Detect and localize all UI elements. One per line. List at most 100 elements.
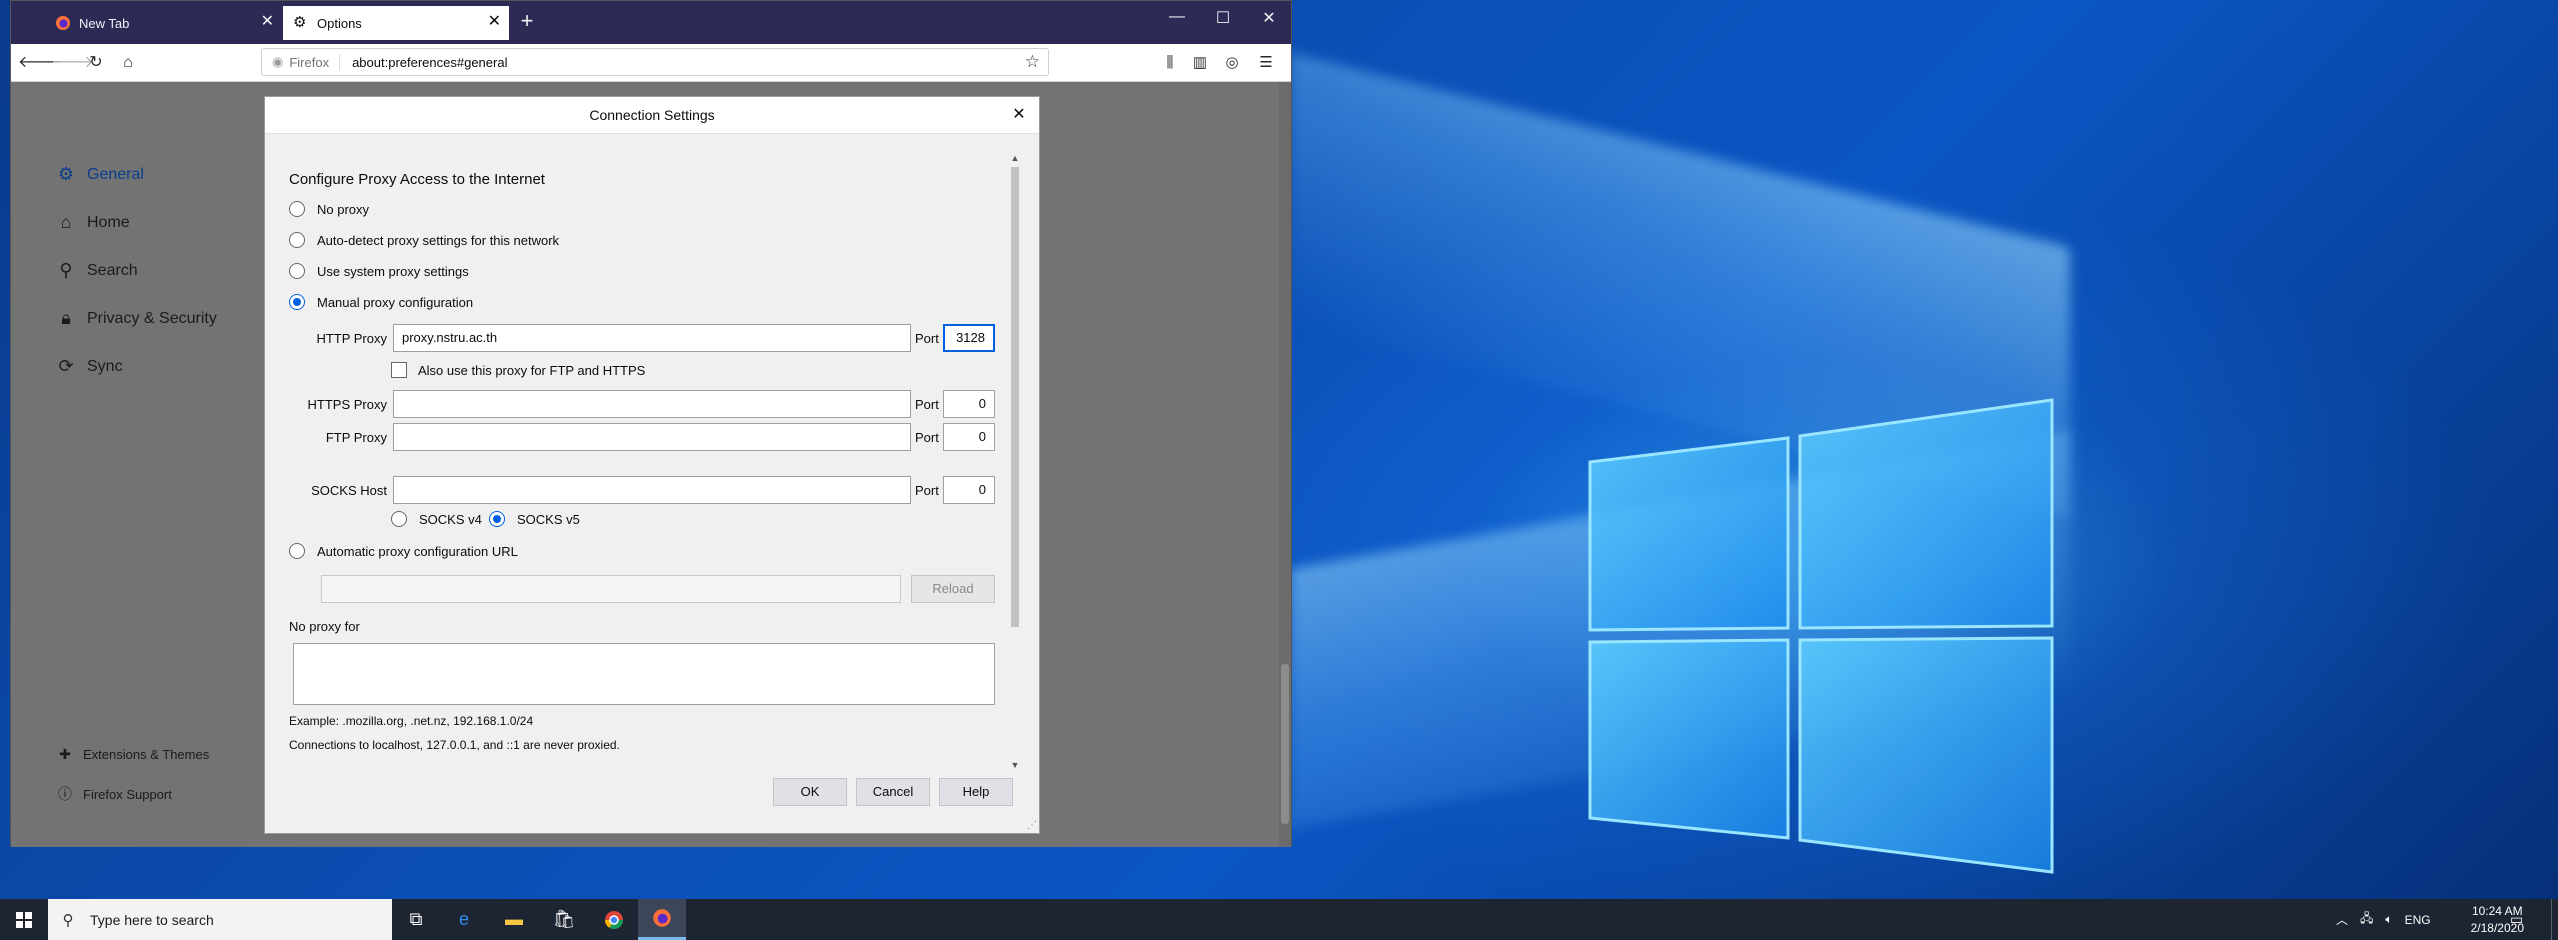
bookmark-star-icon[interactable]: ☆ <box>1025 52 1040 72</box>
task-view-icon[interactable]: ⧉ <box>392 899 440 940</box>
auto-config-url-option[interactable]: Automatic proxy configuration URL <box>289 543 518 559</box>
sidebar-item-label: General <box>87 165 144 183</box>
page-scrollbar[interactable] <box>1279 82 1291 847</box>
option-label: Auto-detect proxy settings for this netw… <box>317 232 560 248</box>
store-icon[interactable]: 🛍︎ <box>540 899 588 940</box>
extensions-themes-link[interactable]: ✚ Extensions & Themes <box>57 746 209 763</box>
edge-icon[interactable]: e <box>440 899 488 940</box>
minimize-button[interactable]: — <box>1165 8 1189 26</box>
sidebar-item-home[interactable]: ⌂ Home <box>55 212 130 233</box>
socks-host-label: SOCKS Host <box>311 483 387 498</box>
radio-button[interactable] <box>289 232 305 248</box>
sidebar-item-search[interactable]: ⚲ Search <box>55 260 138 281</box>
firefox-taskbar-icon[interactable] <box>638 899 686 940</box>
close-tab-icon[interactable]: ✕ <box>261 13 274 31</box>
ftp-proxy-input[interactable] <box>393 423 911 451</box>
navigation-toolbar: 🡐 🡒 ↻ ⌂ ◉ Firefox about:preferences#gene… <box>11 44 1291 82</box>
radio-button[interactable] <box>289 201 305 217</box>
socks-port-input[interactable]: 0 <box>943 476 995 504</box>
library-icon[interactable]: ⫼ <box>1159 52 1181 74</box>
account-icon[interactable]: ◎ <box>1221 52 1243 74</box>
ftp-port-input[interactable]: 0 <box>943 423 995 451</box>
site-identity[interactable]: ◉ Firefox <box>262 54 341 70</box>
windows-taskbar: ⚲ Type here to search ⧉ e ▬ 🛍︎ ︿ 🖧︎ 🔈︎ E… <box>0 899 2558 940</box>
back-button[interactable]: 🡐 <box>18 52 61 74</box>
auto-config-url-input[interactable] <box>321 575 901 603</box>
forward-button[interactable]: 🡒 <box>51 52 94 74</box>
sidebar-item-privacy[interactable]: 🔒︎ Privacy & Security <box>55 308 217 329</box>
cancel-button[interactable]: Cancel <box>856 778 930 806</box>
no-proxy-for-label: No proxy for <box>289 619 360 634</box>
auto-detect-option[interactable]: Auto-detect proxy settings for this netw… <box>289 232 559 248</box>
show-desktop-button[interactable] <box>2551 899 2558 940</box>
tab-label: Options <box>317 15 362 31</box>
chrome-logo <box>605 910 623 929</box>
chrome-icon[interactable] <box>590 899 638 940</box>
close-icon[interactable]: ✕ <box>1007 97 1031 133</box>
url-bar[interactable]: ◉ Firefox about:preferences#general ☆ <box>261 48 1049 76</box>
also-use-proxy-checkbox[interactable] <box>391 362 407 378</box>
home-icon[interactable]: ⌂ <box>117 52 139 74</box>
reload-button[interactable]: Reload <box>911 575 995 603</box>
http-port-input[interactable]: 3128 <box>943 324 995 352</box>
help-icon: ⓘ <box>58 786 72 802</box>
option-label: Use system proxy settings <box>317 263 469 279</box>
firefox-support-link[interactable]: ⓘ Firefox Support <box>57 784 172 804</box>
gear-icon: ⚙ <box>57 164 75 184</box>
search-icon: ⚲ <box>62 911 74 929</box>
tab-options[interactable]: ⚙ Options ✕ <box>283 6 509 40</box>
notifications-icon[interactable]: ▭ <box>2510 899 2523 940</box>
radio-button[interactable] <box>289 543 305 559</box>
manual-proxy-option[interactable]: Manual proxy configuration <box>289 294 473 310</box>
identity-label: Firefox <box>289 54 330 70</box>
system-tray: ︿ 🖧︎ 🔈︎ ENG <box>2336 899 2431 940</box>
sidebar-item-sync[interactable]: ⟳ Sync <box>55 356 122 377</box>
socks-v5-option[interactable]: SOCKS v5 <box>489 511 580 527</box>
https-proxy-input[interactable] <box>393 390 911 418</box>
home-icon: ⌂ <box>60 212 72 232</box>
http-proxy-label: HTTP Proxy <box>316 331 387 346</box>
radio-button[interactable] <box>391 511 407 527</box>
volume-icon[interactable]: 🔈︎ <box>2385 912 2392 927</box>
scrollbar-thumb[interactable] <box>1281 664 1289 824</box>
taskbar-search-box[interactable]: ⚲ Type here to search <box>48 899 392 940</box>
show-hidden-icons-icon[interactable]: ︿ <box>2336 911 2348 928</box>
scroll-up-arrow-icon[interactable]: ▲ <box>1009 153 1021 163</box>
reload-icon[interactable]: ↻ <box>85 52 107 74</box>
close-window-button[interactable]: ✕ <box>1257 8 1281 28</box>
scroll-down-arrow-icon[interactable]: ▼ <box>1009 760 1021 770</box>
https-proxy-label: HTTPS Proxy <box>307 397 387 412</box>
sidebar-item-label: Privacy & Security <box>87 309 217 327</box>
socks-v4-option[interactable]: SOCKS v4 <box>391 511 482 527</box>
tab-new-tab[interactable]: New Tab ✕ <box>45 6 282 40</box>
https-port-input[interactable]: 0 <box>943 390 995 418</box>
ok-button[interactable]: OK <box>773 778 847 806</box>
sidebar-item-label: Search <box>87 261 138 279</box>
radio-button-selected[interactable] <box>489 511 505 527</box>
network-icon[interactable]: 🖧︎ <box>2360 909 2373 930</box>
dialog-scrollbar[interactable]: ▲ ▼ <box>1009 153 1021 770</box>
resize-grip-icon[interactable]: ⋰ <box>1027 820 1037 831</box>
file-explorer-icon[interactable]: ▬ <box>490 899 538 940</box>
port-label: Port <box>915 483 939 498</box>
maximize-button[interactable]: ☐ <box>1211 8 1235 28</box>
radio-button-selected[interactable] <box>289 294 305 310</box>
puzzle-icon: ✚ <box>59 746 71 762</box>
sidebar-item-general[interactable]: ⚙ General <box>55 164 144 185</box>
socks-host-input[interactable] <box>393 476 911 504</box>
new-tab-button[interactable]: + <box>515 8 539 34</box>
scrollbar-thumb[interactable] <box>1011 167 1019 627</box>
language-indicator[interactable]: ENG <box>2405 913 2431 927</box>
ftp-proxy-label: FTP Proxy <box>325 430 387 445</box>
menu-icon[interactable]: ☰ <box>1255 52 1277 74</box>
no-proxy-for-textarea[interactable] <box>293 643 995 705</box>
http-proxy-input[interactable]: proxy.nstru.ac.th <box>393 324 911 352</box>
close-tab-icon[interactable]: ✕ <box>488 13 501 31</box>
help-button[interactable]: Help <box>939 778 1013 806</box>
start-button[interactable] <box>0 899 48 940</box>
radio-button[interactable] <box>289 263 305 279</box>
system-proxy-option[interactable]: Use system proxy settings <box>289 263 469 279</box>
sidebar-icon[interactable]: ▥ <box>1189 52 1211 74</box>
url-text[interactable]: about:preferences#general <box>340 55 507 70</box>
no-proxy-option[interactable]: No proxy <box>289 201 369 217</box>
